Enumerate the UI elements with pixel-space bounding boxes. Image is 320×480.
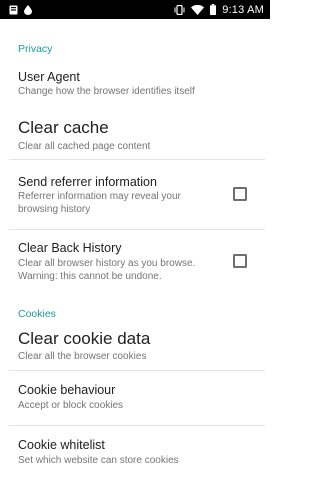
pref-title: Clear Back History [18,241,122,255]
status-bar: 9:13 AM [0,0,270,19]
send-referrer-checkbox[interactable] [233,187,247,201]
pref-title: Cookie behaviour [18,383,116,397]
battery-icon [210,4,217,15]
pref-clear-cache[interactable]: Clear cache Clear all cached page conten… [0,109,270,159]
pref-summary: Clear all the browser cookies [18,351,147,362]
pref-user-agent[interactable]: User Agent Change how the browser identi… [0,63,270,105]
status-time: 9:13 AM [222,3,264,16]
pref-title: Clear cache [18,118,109,137]
divider [9,425,265,426]
pref-summary: Referrer information may reveal your bro… [18,191,181,215]
pref-send-referrer[interactable]: Send referrer information Referrer infor… [0,163,270,227]
pref-cookie-behaviour[interactable]: Cookie behaviour Accept or block cookies [0,372,270,422]
divider [9,159,265,160]
pref-summary: Accept or block cookies [18,400,124,411]
pref-summary: Set which website can store cookies [18,455,179,466]
pref-clear-cookie-data[interactable]: Clear cookie data Clear all the browser … [0,325,270,369]
pref-summary: Clear all browser history as you browse.… [18,258,196,282]
pref-title: Clear cookie data [18,329,151,348]
section-header-privacy: Privacy [18,43,53,55]
pref-summary: Change how the browser identifies itself [18,86,195,97]
pref-clear-back-history[interactable]: Clear Back History Clear all browser his… [0,231,270,301]
pref-title: Cookie whitelist [18,438,105,452]
vibrate-icon [174,4,185,15]
section-header-cookies: Cookies [18,308,56,320]
clear-back-history-checkbox[interactable] [233,254,247,268]
pref-title: User Agent [18,70,80,84]
droplet-icon [24,4,32,15]
pref-summary: Clear all cached page content [18,141,151,152]
pref-title: Send referrer information [18,175,157,189]
divider [9,229,265,230]
wifi-icon [191,4,205,15]
pref-cookie-whitelist[interactable]: Cookie whitelist Set which website can s… [0,427,270,479]
app-notification-icon [9,5,18,15]
divider [9,370,265,371]
